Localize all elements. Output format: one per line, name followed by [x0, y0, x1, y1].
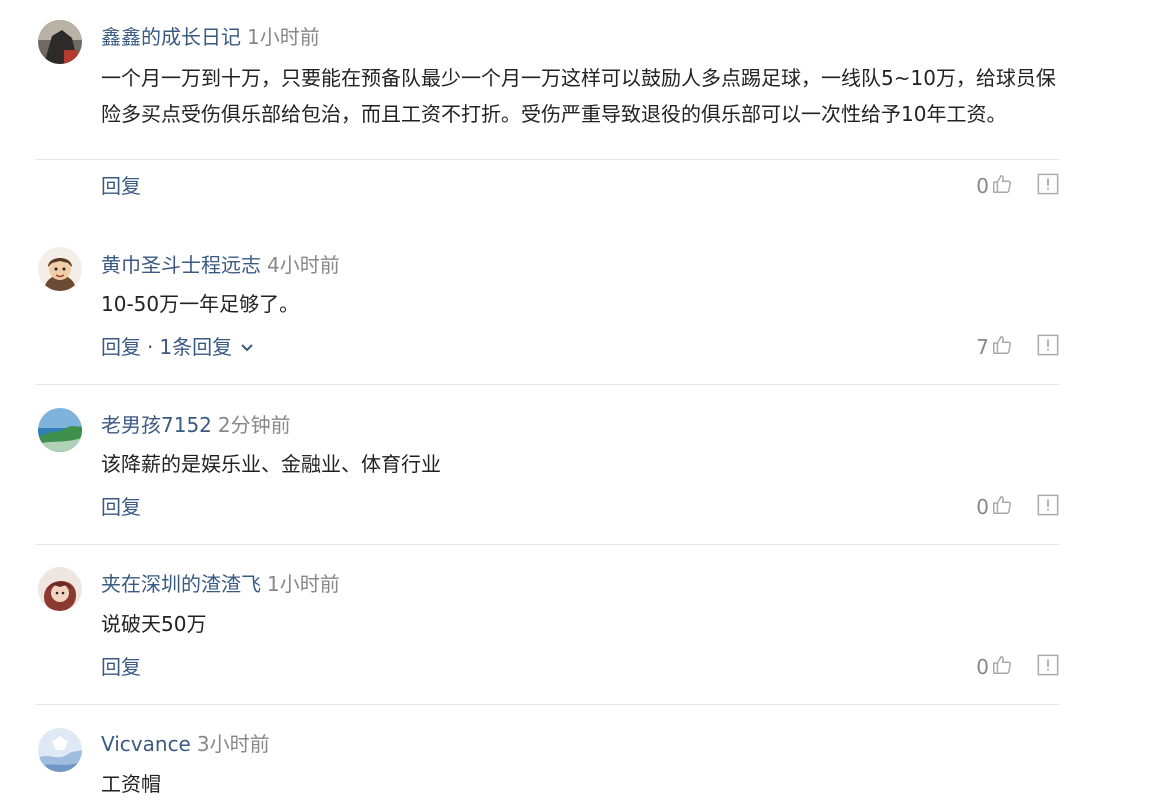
comment-header: 夹在深圳的渣渣飞 1小时前: [101, 569, 340, 599]
avatar[interactable]: [38, 728, 82, 772]
comment-item: 鑫鑫的成长日记 1小时前 一个月一万到十万，只要能在预备队最少一个月一万这样可以鼓…: [36, 0, 1059, 198]
comment-item: 黄巾圣斗士程远志 4小时前 10-50万一年足够了。 回复 · 1条回复 7: [36, 225, 1059, 385]
comment-item: 夹在深圳的渣渣飞 1小时前 说破天50万 回复 0: [36, 545, 1059, 705]
comment-header: 鑫鑫的成长日记 1小时前: [101, 22, 320, 52]
comment-text: 10-50万一年足够了。: [101, 292, 300, 316]
comment-header: 黄巾圣斗士程远志 4小时前: [101, 250, 340, 280]
comment-text: 工资帽: [101, 772, 161, 796]
thumbs-up-icon[interactable]: [991, 334, 1013, 360]
comment-actions: 回复: [101, 490, 141, 524]
comment-item: 老男孩7152 2分钟前 该降薪的是娱乐业、金融业、体育行业 回复 0: [36, 385, 1059, 545]
timestamp: 2分钟前: [217, 413, 291, 437]
comment-actions: 回复 · 1条回复: [101, 330, 254, 364]
comment-item: Vicvance 3小时前 工资帽: [36, 705, 1059, 809]
chevron-down-icon: [240, 330, 254, 364]
thumbs-up-icon[interactable]: [991, 173, 1013, 199]
like-count: 7: [976, 335, 989, 359]
avatar[interactable]: [38, 20, 82, 64]
comment-feedback: 0: [976, 494, 1059, 520]
report-icon[interactable]: [1037, 173, 1059, 199]
username[interactable]: 黄巾圣斗士程远志: [101, 253, 261, 277]
avatar[interactable]: [38, 408, 82, 452]
report-icon[interactable]: [1037, 494, 1059, 520]
like-count: 0: [976, 495, 989, 519]
comment-header: 老男孩7152 2分钟前: [101, 410, 291, 440]
thumbs-up-icon[interactable]: [991, 654, 1013, 680]
comment-feedback: 0: [976, 173, 1059, 199]
separator: ·: [147, 335, 154, 359]
like-count: 0: [976, 655, 989, 679]
timestamp: 4小时前: [267, 253, 340, 277]
comment-text: 一个月一万到十万，只要能在预备队最少一个月一万这样可以鼓励人多点踢足球，一线队5…: [101, 66, 1056, 126]
username[interactable]: 老男孩7152: [101, 413, 212, 437]
like-count: 0: [976, 174, 989, 198]
report-icon[interactable]: [1037, 334, 1059, 360]
comment-actions: 回复: [101, 650, 141, 684]
comment-text: 说破天50万: [101, 612, 207, 636]
avatar[interactable]: [38, 247, 82, 291]
timestamp: 1小时前: [247, 25, 320, 49]
view-replies-button[interactable]: 1条回复: [159, 330, 254, 364]
reply-count: 1条回复: [159, 335, 233, 359]
report-icon[interactable]: [1037, 654, 1059, 680]
username[interactable]: Vicvance: [101, 732, 191, 756]
timestamp: 3小时前: [196, 732, 270, 756]
comment-header: Vicvance 3小时前: [101, 729, 270, 759]
comment-text: 该降薪的是娱乐业、金融业、体育行业: [101, 452, 441, 476]
reply-button[interactable]: 回复: [101, 650, 141, 684]
comment-feedback: 7: [976, 334, 1059, 360]
avatar[interactable]: [38, 567, 82, 611]
username[interactable]: 夹在深圳的渣渣飞: [101, 572, 261, 596]
username[interactable]: 鑫鑫的成长日记: [101, 25, 241, 49]
reply-button[interactable]: 回复: [101, 490, 141, 524]
reply-button[interactable]: 回复: [101, 330, 141, 364]
timestamp: 1小时前: [267, 572, 340, 596]
comment-actions: 回复: [101, 169, 141, 203]
comment-feedback: 0: [976, 654, 1059, 680]
thumbs-up-icon[interactable]: [991, 494, 1013, 520]
reply-button[interactable]: 回复: [101, 169, 141, 203]
